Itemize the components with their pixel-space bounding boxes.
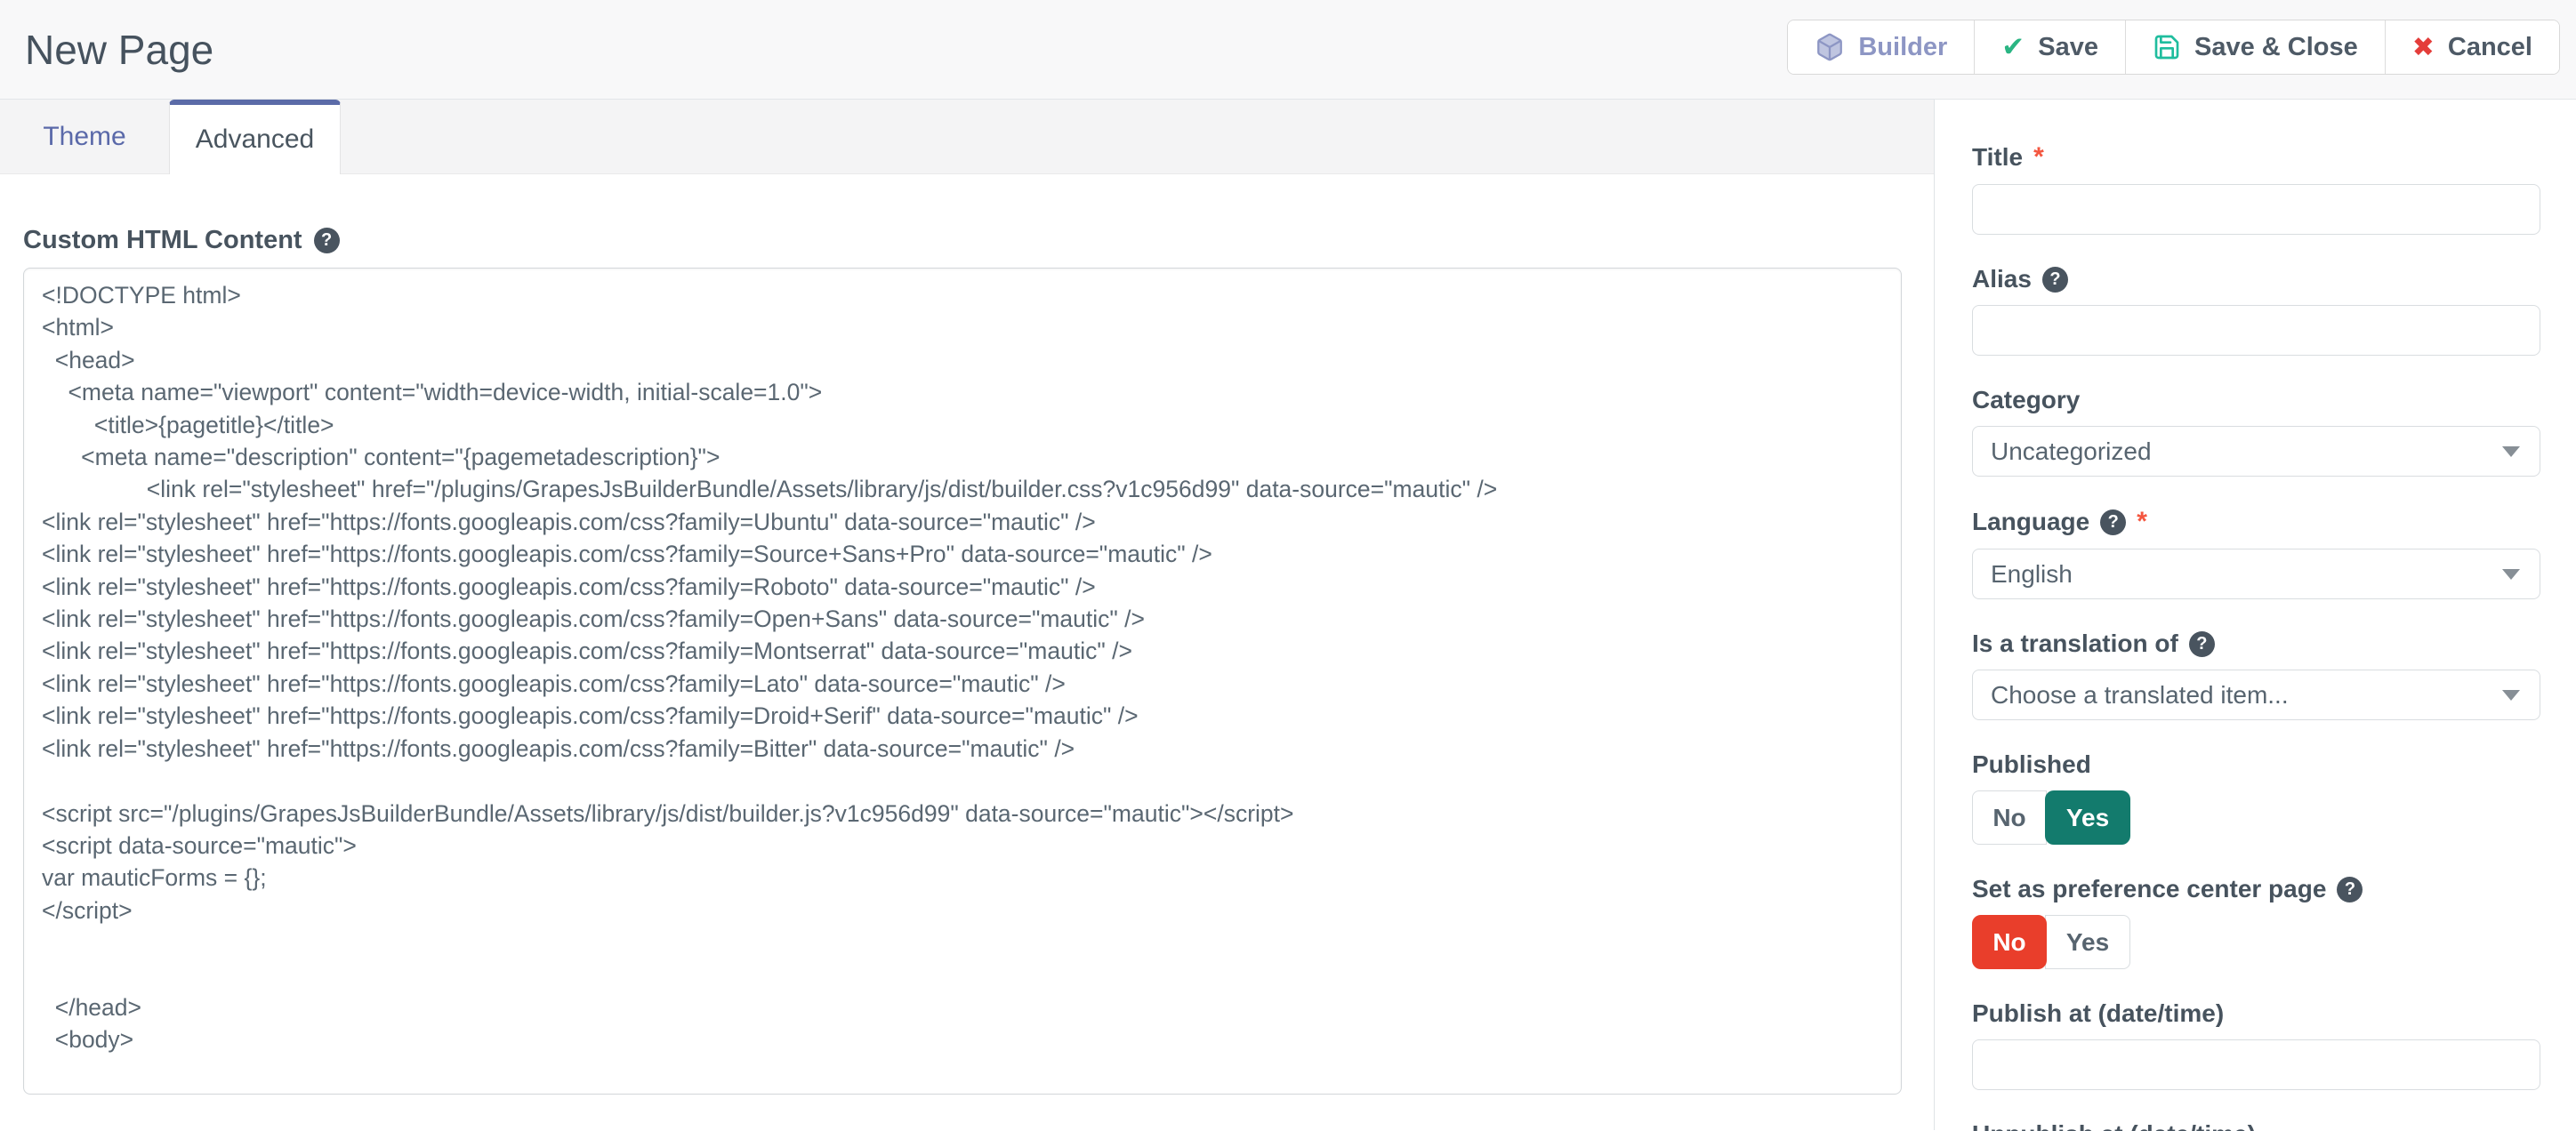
title-input[interactable] [1972,184,2540,235]
language-select-value: English [1991,560,2073,589]
language-select[interactable]: English [1972,549,2540,599]
save-button[interactable]: Save [1975,20,2126,74]
published-field: Published No Yes [1972,750,2540,845]
translation-label: Is a translation of ? [1972,630,2540,658]
floppy-icon [2153,33,2181,61]
alias-input[interactable] [1972,305,2540,356]
help-icon[interactable]: ? [2100,509,2126,535]
custom-html-label: Custom HTML Content ? [23,226,1934,255]
title-field: Title * [1972,142,2540,235]
language-label: Language ? * [1972,507,2540,537]
page-settings-sidebar: Title * Alias ? Category Uncategorized L [1934,100,2576,1130]
chevron-down-icon [2502,690,2520,701]
builder-button[interactable]: Builder [1788,20,1975,74]
help-icon[interactable]: ? [2042,267,2068,293]
published-label: Published [1972,750,2540,779]
publish-at-field: Publish at (date/time) [1972,999,2540,1090]
alias-field: Alias ? [1972,265,2540,356]
save-close-button[interactable]: Save & Close [2126,20,2386,74]
check-icon [2001,31,2025,63]
translation-select[interactable]: Choose a translated item... [1972,670,2540,720]
custom-html-textarea[interactable]: <!DOCTYPE html> <html> <head> <meta name… [23,268,1902,1095]
help-icon[interactable]: ? [2189,631,2215,657]
help-icon[interactable]: ? [2337,877,2363,902]
cancel-button[interactable]: Cancel [2386,20,2559,74]
category-select-value: Uncategorized [1991,437,2152,466]
main-panel: Theme Advanced Custom HTML Content ? <!D… [0,100,1934,1130]
page-header: New Page Builder Save [0,0,2576,100]
required-asterisk: * [2033,142,2044,172]
unpublish-at-label: Unpublish at (date/time) [1972,1120,2540,1131]
category-label: Category [1972,386,2540,414]
x-icon [2412,32,2435,63]
tab-bar: Theme Advanced [0,100,1934,174]
category-select[interactable]: Uncategorized [1972,426,2540,477]
publish-at-label: Publish at (date/time) [1972,999,2540,1028]
help-icon[interactable]: ? [314,228,340,253]
published-toggle: No Yes [1972,790,2130,845]
required-asterisk: * [2137,507,2147,537]
translation-field: Is a translation of ? Choose a translate… [1972,630,2540,720]
title-label: Title * [1972,142,2540,172]
preference-center-field: Set as preference center page ? No Yes [1972,875,2540,969]
published-toggle-no[interactable]: No [1972,790,2047,845]
language-field: Language ? * English [1972,507,2540,599]
chevron-down-icon [2502,446,2520,457]
save-button-label: Save [2038,33,2098,62]
header-actions: Builder Save Save & Close Cancel [1787,20,2560,75]
preference-center-toggle: No Yes [1972,915,2130,969]
cancel-button-label: Cancel [2448,33,2532,62]
chevron-down-icon [2502,569,2520,580]
category-field: Category Uncategorized [1972,386,2540,477]
tab-advanced[interactable]: Advanced [169,100,341,174]
translation-select-value: Choose a translated item... [1991,681,2289,710]
preference-center-label: Set as preference center page ? [1972,875,2540,903]
preference-center-toggle-no[interactable]: No [1972,915,2047,969]
unpublish-at-field: Unpublish at (date/time) [1972,1120,2540,1131]
preference-center-toggle-yes[interactable]: Yes [2045,915,2130,969]
alias-label: Alias ? [1972,265,2540,293]
advanced-tab-content: Custom HTML Content ? <!DOCTYPE html> <h… [0,174,1934,1130]
builder-button-label: Builder [1858,33,1947,62]
page-body: Theme Advanced Custom HTML Content ? <!D… [0,100,2576,1130]
save-close-button-label: Save & Close [2194,33,2358,62]
published-toggle-yes[interactable]: Yes [2045,790,2130,845]
page-title: New Page [25,26,213,74]
cube-icon [1815,32,1845,62]
tab-theme[interactable]: Theme [0,100,169,173]
publish-at-input[interactable] [1972,1039,2540,1090]
custom-html-label-text: Custom HTML Content [23,226,302,255]
